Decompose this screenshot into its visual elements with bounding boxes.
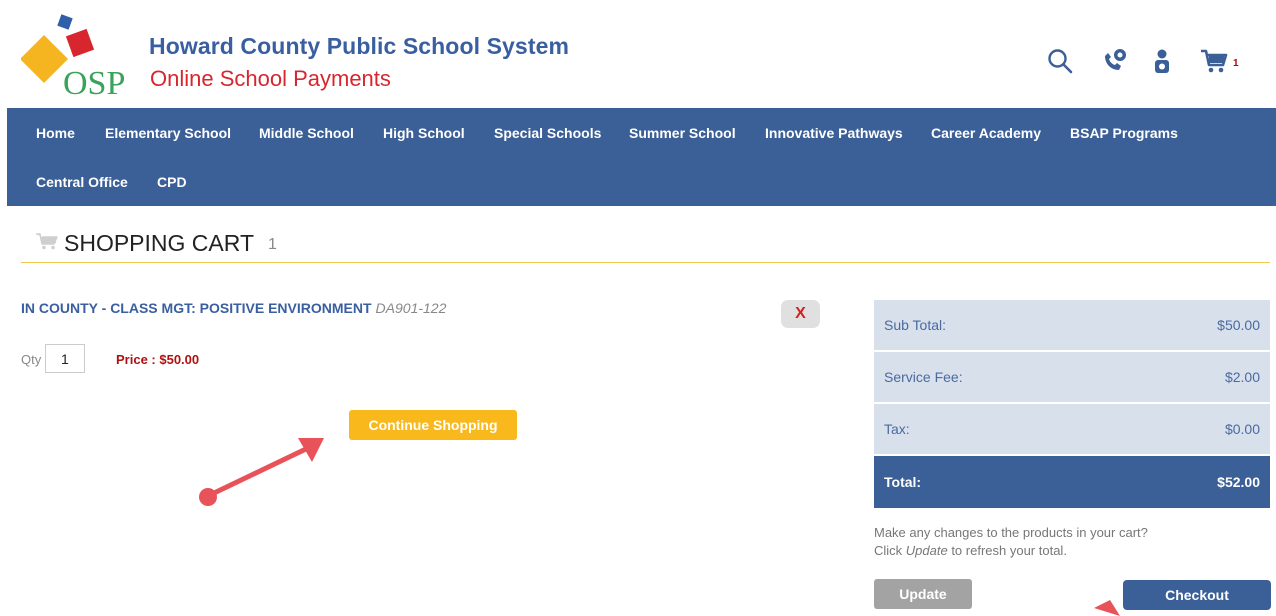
nav-item-central-office[interactable]: Central Office bbox=[36, 174, 128, 190]
cart-count-badge: 1 bbox=[1233, 58, 1239, 69]
summary-row-service-fee: Service Fee: $2.00 bbox=[874, 352, 1270, 404]
nav-item-innovative-pathways[interactable]: Innovative Pathways bbox=[765, 125, 903, 141]
nav-item-summer-school[interactable]: Summer School bbox=[629, 125, 736, 141]
logo-text: OSP bbox=[63, 65, 125, 98]
cart-item-count: 1 bbox=[268, 236, 277, 253]
summary-label: Tax: bbox=[884, 421, 910, 437]
annotation-arrow-icon bbox=[1094, 600, 1120, 616]
org-subtitle: Online School Payments bbox=[150, 66, 391, 91]
nav-item-elementary-school[interactable]: Elementary School bbox=[105, 125, 231, 141]
summary-value: $2.00 bbox=[1224, 369, 1260, 385]
nav-item-high-school[interactable]: High School bbox=[383, 125, 465, 141]
cart-icon[interactable] bbox=[1199, 46, 1229, 76]
nav-item-cpd[interactable]: CPD bbox=[157, 174, 187, 190]
nav-item-special-schools[interactable]: Special Schools bbox=[494, 125, 601, 141]
site-header: OSP Howard County Public School System O… bbox=[7, 0, 1276, 108]
help-suffix: to refresh your total. bbox=[947, 543, 1067, 558]
update-help-text: Make any changes to the products in your… bbox=[874, 524, 1148, 560]
summary-value: $0.00 bbox=[1224, 421, 1260, 437]
total-value: $52.00 bbox=[1217, 474, 1260, 490]
qty-label: Qty bbox=[21, 352, 42, 367]
item-price: Price : $50.00 bbox=[116, 352, 200, 367]
help-line-2: Click Update to refresh your total. bbox=[874, 542, 1148, 560]
phone-icon[interactable] bbox=[1099, 46, 1129, 76]
nav-item-bsap-programs[interactable]: BSAP Programs bbox=[1070, 125, 1178, 141]
continue-shopping-button[interactable]: Continue Shopping bbox=[349, 410, 517, 440]
title-divider bbox=[21, 262, 1270, 263]
main-nav: Home Elementary School Middle School Hig… bbox=[7, 108, 1276, 206]
osp-logo[interactable]: OSP bbox=[21, 14, 141, 98]
summary-row-total: Total: $52.00 bbox=[874, 456, 1270, 508]
product-title[interactable]: IN COUNTY - CLASS MGT: POSITIVE ENVIRONM… bbox=[21, 300, 446, 316]
account-icon[interactable] bbox=[1150, 46, 1174, 76]
help-prefix: Click bbox=[874, 543, 906, 558]
help-update-word: Update bbox=[905, 543, 948, 558]
nav-item-career-academy[interactable]: Career Academy bbox=[931, 125, 1041, 141]
product-code: DA901-122 bbox=[375, 300, 447, 316]
page-title: SHOPPING CART bbox=[64, 229, 254, 256]
nav-item-home[interactable]: Home bbox=[36, 125, 75, 141]
org-name[interactable]: Howard County Public School System bbox=[149, 33, 569, 60]
search-icon[interactable] bbox=[1045, 46, 1075, 76]
page-title-bar: SHOPPING CART 1 bbox=[36, 228, 277, 258]
summary-row-subtotal: Sub Total: $50.00 bbox=[874, 300, 1270, 352]
annotation-arrow-icon bbox=[199, 438, 324, 506]
cart-title-icon bbox=[36, 232, 58, 255]
update-button[interactable]: Update bbox=[874, 579, 972, 609]
order-summary: Sub Total: $50.00 Service Fee: $2.00 Tax… bbox=[874, 300, 1270, 508]
summary-label: Service Fee: bbox=[884, 369, 963, 385]
summary-value: $50.00 bbox=[1217, 317, 1260, 333]
remove-item-button[interactable]: X bbox=[781, 300, 820, 328]
summary-row-tax: Tax: $0.00 bbox=[874, 404, 1270, 456]
product-name[interactable]: IN COUNTY - CLASS MGT: POSITIVE ENVIRONM… bbox=[21, 300, 372, 316]
quantity-input[interactable] bbox=[45, 344, 85, 373]
summary-label: Sub Total: bbox=[884, 317, 947, 333]
checkout-button[interactable]: Checkout bbox=[1123, 580, 1271, 610]
total-label: Total: bbox=[884, 474, 922, 490]
nav-item-middle-school[interactable]: Middle School bbox=[259, 125, 354, 141]
help-line-1: Make any changes to the products in your… bbox=[874, 525, 1148, 540]
